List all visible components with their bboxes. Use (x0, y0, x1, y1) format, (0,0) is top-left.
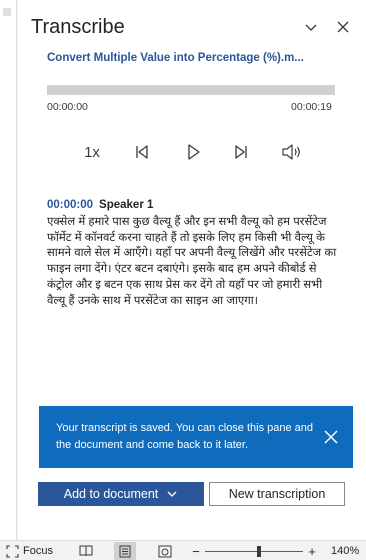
zoom-out-button[interactable]: − (191, 541, 201, 560)
volume-icon[interactable] (279, 140, 305, 164)
zoom-track (205, 545, 303, 557)
focus-label: Focus (23, 545, 53, 557)
focus-icon (6, 544, 19, 558)
saved-notification: Your transcript is saved. You can close … (39, 406, 353, 468)
new-transcription-button[interactable]: New transcription (209, 482, 345, 506)
document-edge-mark (3, 8, 11, 16)
add-to-document-label: Add to document (63, 487, 159, 501)
chevron-down-icon (167, 491, 177, 497)
zoom-slider[interactable] (205, 541, 303, 560)
zoom-thumb[interactable] (256, 545, 261, 557)
add-to-document-button[interactable]: Add to document (38, 482, 204, 506)
file-name-link[interactable]: Convert Multiple Value into Percentage (… (47, 52, 304, 64)
entry-speaker: Speaker 1 (99, 199, 154, 211)
transcribe-pane: Transcribe Convert Multiple Value into P… (18, 0, 366, 540)
close-icon[interactable] (334, 18, 352, 36)
skip-back-icon[interactable] (131, 140, 153, 164)
pane-title: Transcribe (31, 16, 125, 38)
focus-button[interactable]: Focus (6, 541, 53, 560)
time-start: 00:00:00 (47, 101, 88, 113)
zoom-level[interactable]: 140% (331, 541, 359, 560)
entry-timestamp-link[interactable]: 00:00:00 (47, 199, 93, 211)
time-end: 00:00:19 (291, 101, 332, 113)
chevron-down-icon[interactable] (302, 18, 320, 36)
playback-speed-button[interactable]: 1x (78, 140, 106, 164)
web-layout-icon[interactable] (157, 541, 173, 560)
print-layout-icon[interactable] (114, 542, 136, 560)
skip-forward-icon[interactable] (230, 140, 252, 164)
read-mode-icon[interactable] (78, 541, 94, 560)
transcript-entry-header: 00:00:00 Speaker 1 (47, 199, 153, 211)
transcript-entry-text[interactable]: एक्सेल में हमारे पास कुछ वैल्यू हैं और इ… (47, 215, 343, 309)
seek-bar[interactable] (47, 85, 335, 95)
notification-close-icon[interactable] (322, 428, 340, 446)
notification-message: Your transcript is saved. You can close … (56, 422, 314, 451)
zoom-in-button[interactable]: + (307, 541, 317, 560)
status-bar: Focus − + 140% (0, 540, 366, 560)
play-icon[interactable] (182, 140, 204, 164)
document-edge (0, 0, 17, 540)
